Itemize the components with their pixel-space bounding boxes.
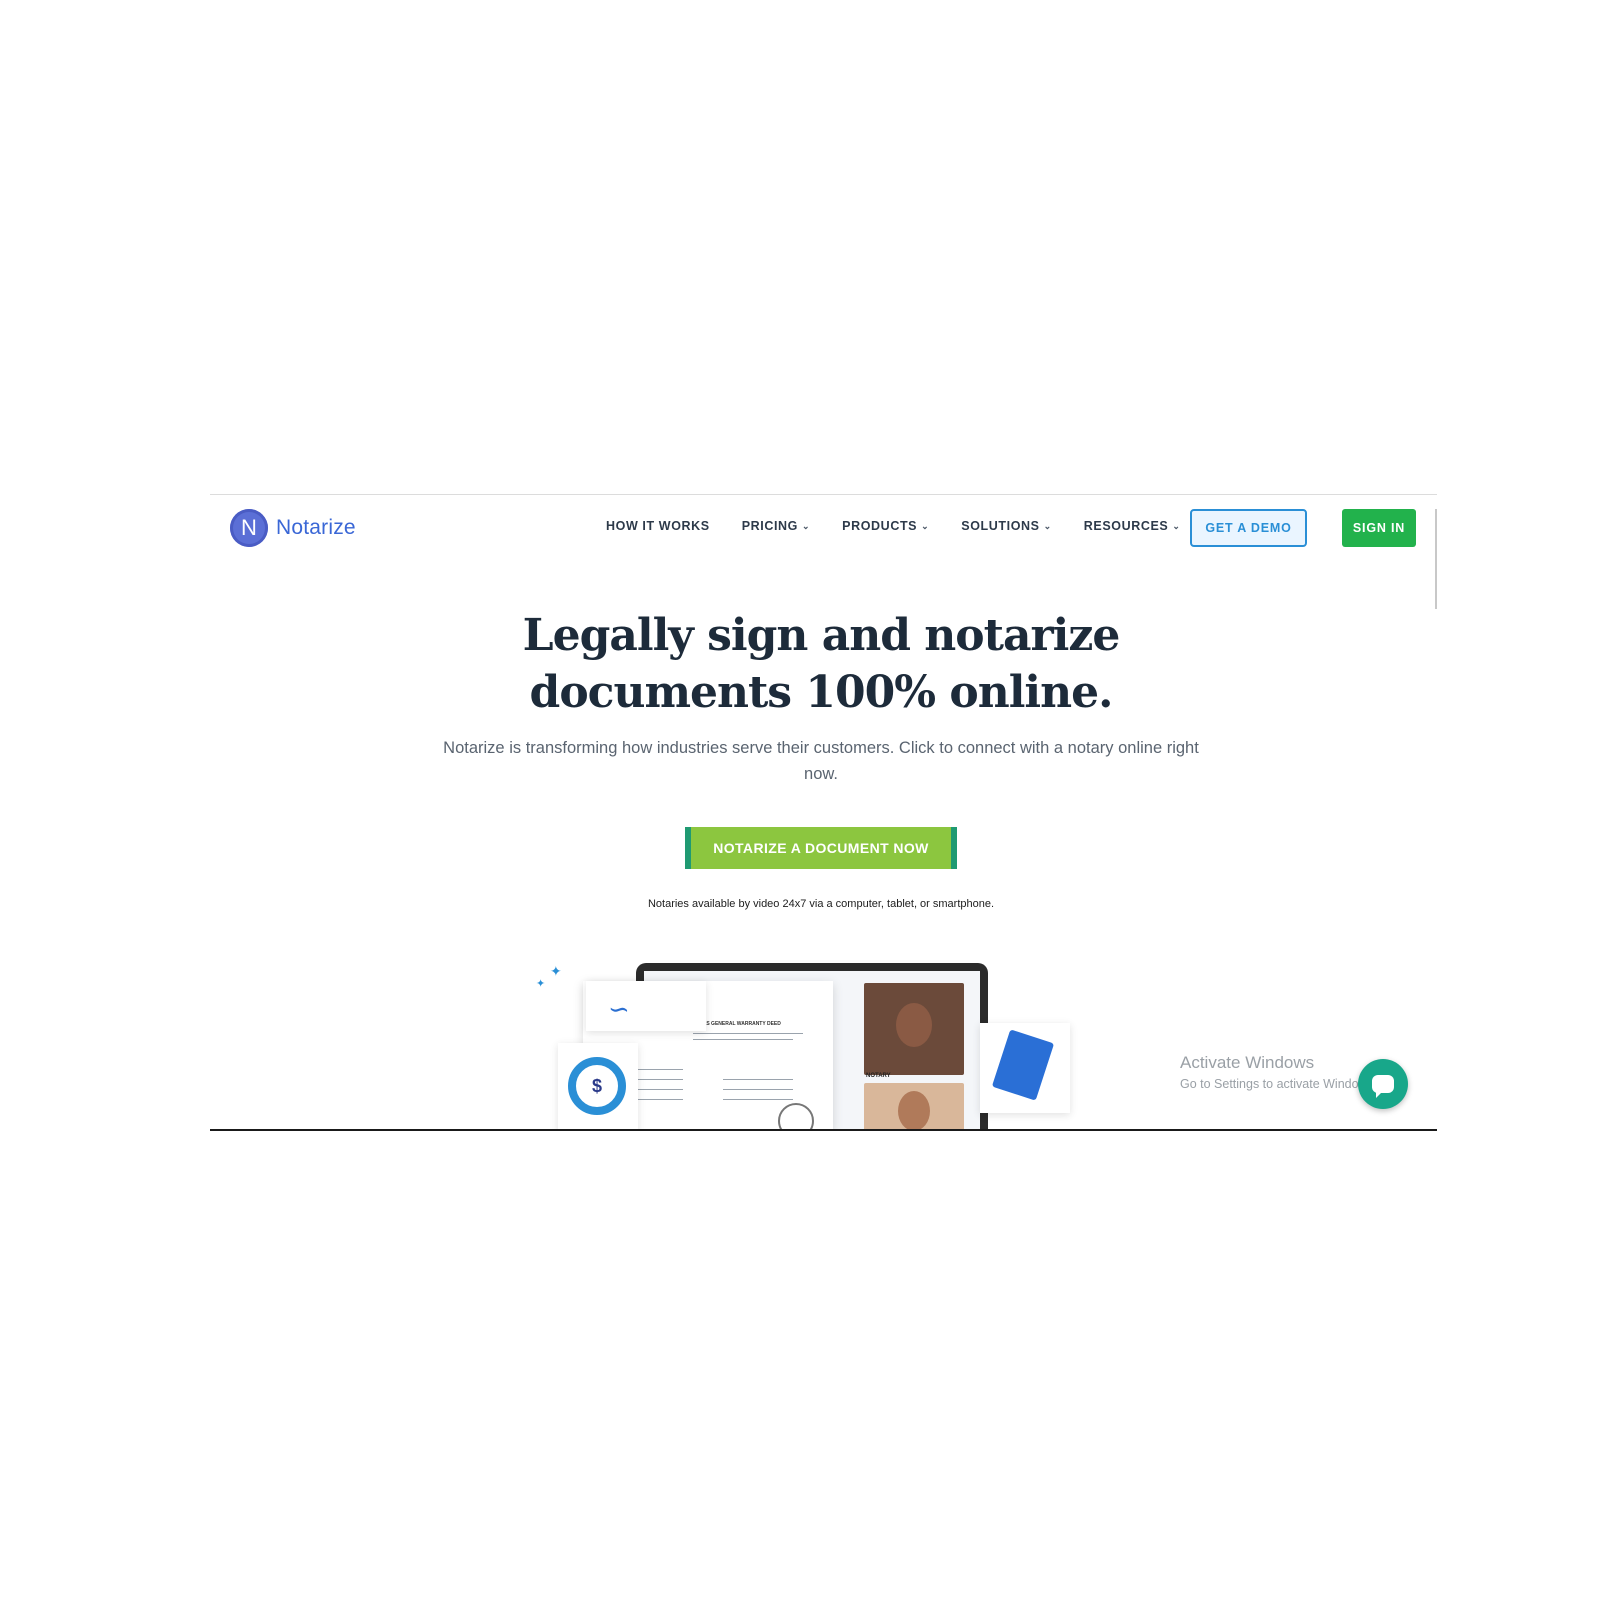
chat-bubble-icon: [1372, 1075, 1394, 1098]
chevron-down-icon: ⌄: [1043, 520, 1052, 531]
notarize-logo[interactable]: N Notarize: [230, 509, 356, 547]
hero-title: Legally sign and notarize documents 100%…: [210, 607, 1432, 721]
chevron-down-icon: ⌄: [1172, 520, 1181, 531]
dollar-icon: $: [568, 1057, 626, 1115]
scrollbar[interactable]: [1435, 509, 1437, 609]
signature-icon: ∽: [608, 995, 630, 1025]
availability-note: Notaries available by video 24x7 via a c…: [647, 898, 995, 910]
payment-card: $: [558, 1043, 638, 1130]
windows-activation-watermark: Activate Windows Go to Settings to activ…: [1180, 1053, 1377, 1091]
person-face: [898, 1091, 930, 1130]
document-line: [723, 1089, 793, 1090]
document-line: [723, 1099, 793, 1100]
video-tile-notary: [864, 1083, 964, 1130]
chevron-down-icon: ⌄: [802, 520, 811, 531]
hero-title-line-2: documents 100% online.: [529, 667, 1114, 718]
sparkle-icon: ✦: [536, 978, 546, 990]
bottom-divider: [210, 1129, 1437, 1131]
nav-label: HOW IT WORKS: [606, 519, 710, 533]
nav-resources[interactable]: RESOURCES ⌄: [1084, 519, 1181, 533]
notarize-document-button[interactable]: NOTARIZE A DOCUMENT NOW: [685, 827, 957, 869]
nav-products[interactable]: PRODUCTS ⌄: [842, 519, 929, 533]
nav-label: RESOURCES: [1083, 519, 1169, 533]
nav-solutions[interactable]: SOLUTIONS ⌄: [961, 519, 1051, 533]
hero-subtitle: Notarize is transforming how industries …: [443, 739, 1199, 783]
sign-in-button[interactable]: SIGN IN: [1342, 509, 1416, 547]
main-nav: HOW IT WORKS PRICING ⌄ PRODUCTS ⌄ SOLUTI…: [606, 519, 1181, 533]
notarized-document-icon: [991, 1029, 1055, 1101]
document-line: [693, 1039, 793, 1040]
hero-title-line-1: Legally sign and notarize: [522, 610, 1121, 661]
chevron-down-icon: ⌄: [921, 520, 930, 531]
logo-text: Notarize: [276, 516, 356, 539]
nav-how-it-works[interactable]: HOW IT WORKS: [606, 519, 710, 533]
get-demo-button[interactable]: GET A DEMO: [1190, 509, 1307, 547]
stamp-card: [980, 1023, 1070, 1113]
nav-label: PRICING: [741, 519, 799, 533]
document-line: [693, 1033, 803, 1034]
chat-button[interactable]: [1358, 1059, 1408, 1109]
nav-pricing[interactable]: PRICING ⌄: [742, 519, 810, 533]
browser-viewport: N Notarize HOW IT WORKS PRICING ⌄ PRODUC…: [210, 494, 1437, 1130]
document-line: [723, 1079, 793, 1080]
nav-label: PRODUCTS: [842, 519, 918, 533]
nav-label: SOLUTIONS: [961, 519, 1040, 533]
video-tile-signer: [864, 983, 964, 1075]
notary-label: NOTARY: [866, 1073, 891, 1079]
signature-card: ∽: [586, 981, 706, 1031]
logo-mark-icon: N: [230, 509, 268, 547]
hero-illustration: ✦ ✦ TEXAS GENERAL WARRANTY DEED ∽ $ NOTA…: [528, 953, 1138, 1130]
watermark-title: Activate Windows: [1180, 1053, 1315, 1072]
watermark-subtitle: Go to Settings to activate Windows.: [1180, 1077, 1378, 1091]
document-heading: TEXAS GENERAL WARRANTY DEED: [693, 1021, 781, 1027]
sparkle-icon: ✦: [550, 963, 562, 979]
person-face: [896, 1003, 932, 1047]
